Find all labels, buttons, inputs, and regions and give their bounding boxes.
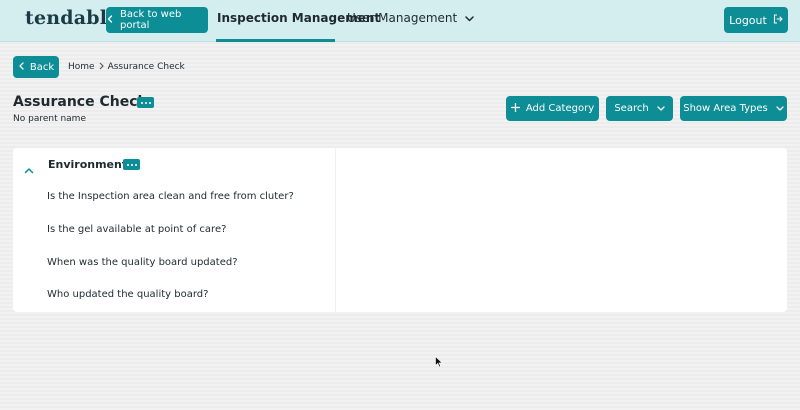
search-dropdown-button[interactable]: Search bbox=[606, 96, 673, 121]
back-button[interactable]: Back bbox=[13, 56, 59, 78]
breadcrumb: Home Assurance Check bbox=[68, 62, 185, 73]
show-area-types-label: Show Area Types bbox=[683, 103, 768, 114]
back-to-web-portal-button[interactable]: Back to web portal bbox=[106, 7, 208, 33]
add-category-label: Add Category bbox=[525, 103, 595, 114]
chevron-left-icon bbox=[18, 61, 25, 73]
logout-icon bbox=[773, 13, 783, 27]
chevron-down-icon bbox=[776, 103, 784, 114]
show-area-types-button[interactable]: Show Area Types bbox=[680, 96, 787, 121]
back-label: Back bbox=[29, 61, 55, 73]
active-tab-indicator bbox=[216, 39, 335, 42]
tab-user-management[interactable]: User Management bbox=[347, 11, 474, 25]
chevron-down-icon bbox=[657, 103, 665, 114]
question-item[interactable]: When was the quality board updated? bbox=[47, 257, 238, 268]
tab-user-management-label: User Management bbox=[347, 11, 458, 25]
chevron-left-icon bbox=[106, 14, 114, 26]
mouse-cursor-icon bbox=[435, 353, 443, 372]
logout-label: Logout bbox=[729, 13, 767, 27]
parent-name: No parent name bbox=[13, 114, 86, 124]
more-options-icon[interactable] bbox=[123, 159, 140, 170]
plus-icon bbox=[510, 102, 521, 115]
breadcrumb-home[interactable]: Home bbox=[68, 62, 95, 73]
logout-button[interactable]: Logout bbox=[724, 7, 788, 33]
back-to-web-portal-label: Back to web portal bbox=[120, 9, 182, 31]
category-title[interactable]: Environment bbox=[48, 158, 127, 171]
search-label: Search bbox=[614, 103, 649, 114]
question-item[interactable]: Who updated the quality board? bbox=[47, 289, 208, 300]
chevron-right-icon bbox=[99, 62, 104, 73]
chevron-down-icon bbox=[465, 11, 474, 25]
more-options-icon[interactable] bbox=[137, 97, 154, 108]
panel-divider bbox=[335, 148, 336, 312]
collapse-chevron-icon[interactable] bbox=[24, 159, 34, 178]
question-item[interactable]: Is the gel available at point of care? bbox=[47, 224, 226, 235]
category-card: Environment Is the Inspection area clean… bbox=[13, 148, 787, 312]
page-title: Assurance Check bbox=[13, 94, 147, 110]
question-item[interactable]: Is the Inspection area clean and free fr… bbox=[47, 191, 294, 202]
add-category-button[interactable]: Add Category bbox=[506, 96, 599, 121]
top-navigation-bar: tendable Back to web portal Inspection M… bbox=[0, 0, 800, 42]
breadcrumb-current: Assurance Check bbox=[107, 62, 185, 72]
